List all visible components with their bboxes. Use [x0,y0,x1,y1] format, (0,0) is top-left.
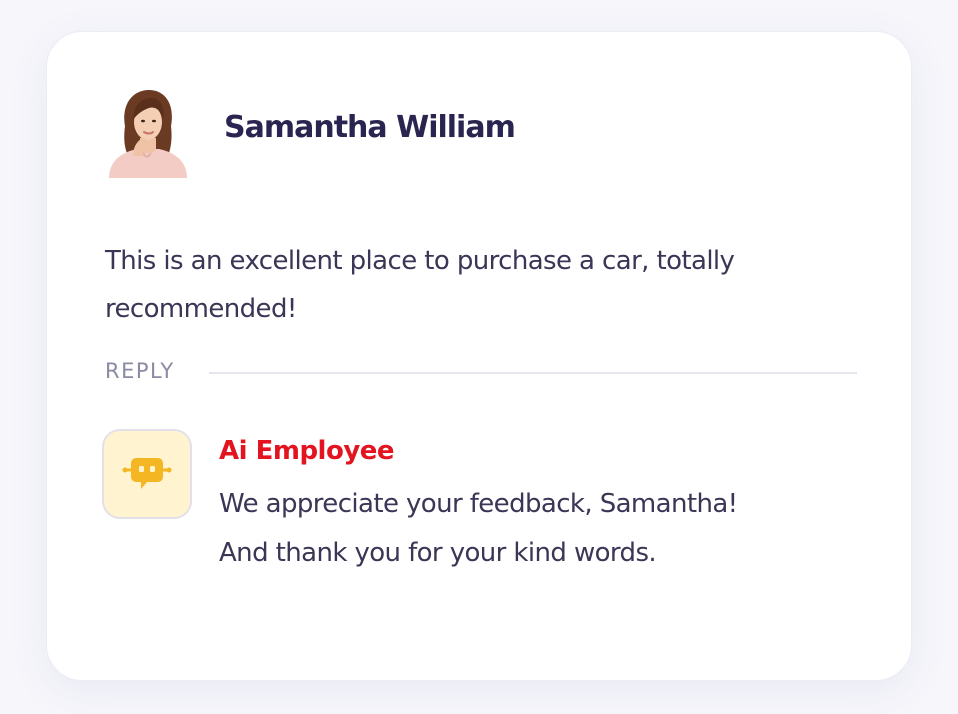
reply-text-line: And thank you for your kind words. [219,538,657,568]
robot-chat-icon [122,458,172,489]
reply-text: We appreciate your feedback, Samantha! A… [219,480,859,578]
reply-divider [209,372,857,374]
reviewer-name: Samantha William [224,110,516,145]
reply-author-name: Ai Employee [219,436,395,466]
reply-section-label: REPLY [105,359,175,383]
woman-portrait-icon [109,90,187,178]
reply-text-line: We appreciate your feedback, Samantha! [219,489,738,519]
review-text: This is an excellent place to purchase a… [105,246,735,324]
ai-employee-avatar [102,429,192,519]
reviewer-avatar [103,86,191,178]
review-card: Samantha William This is an excellent pl… [46,31,912,681]
